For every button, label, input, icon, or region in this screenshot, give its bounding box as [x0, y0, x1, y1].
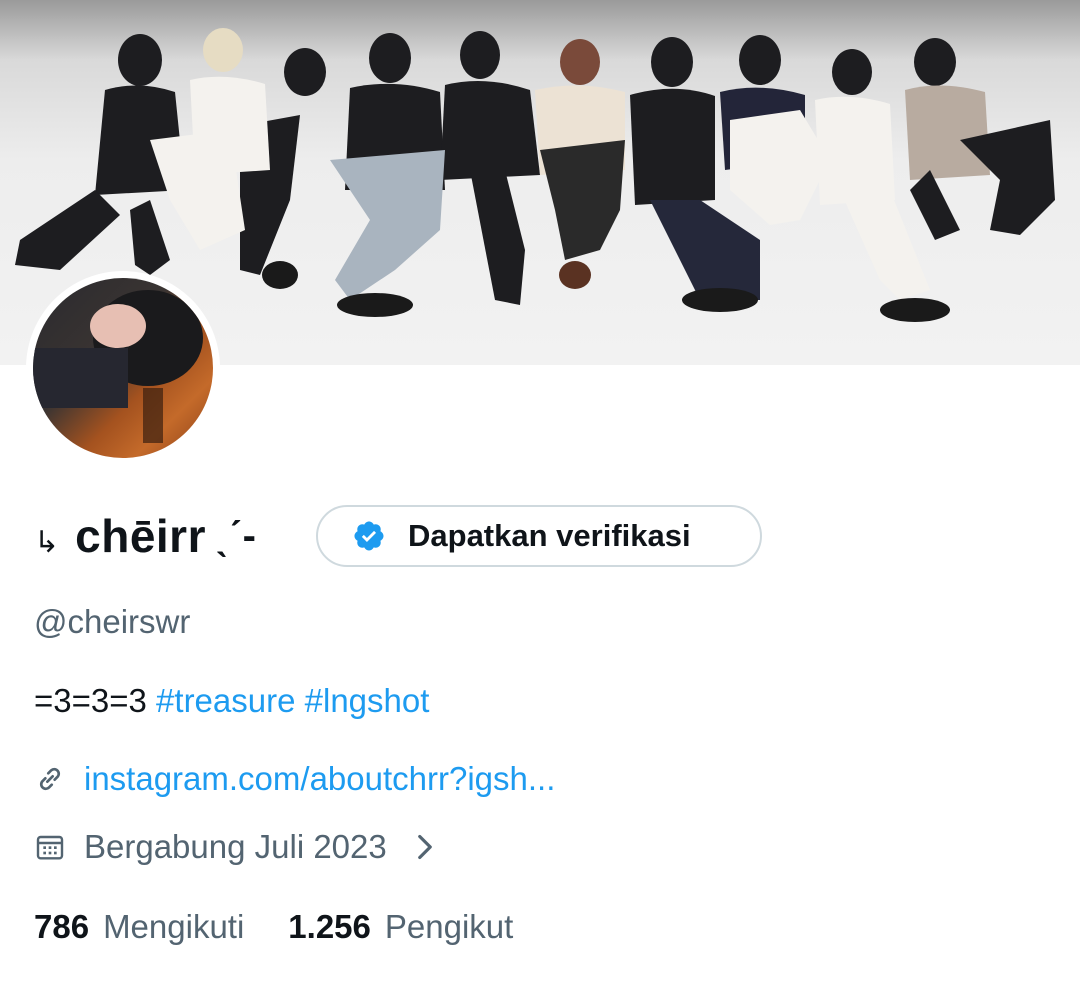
following-count: 786: [34, 908, 90, 945]
display-name-row: ↳ chēirr ˎˊ-: [34, 503, 256, 569]
followers-stat-link[interactable]: 1.256 Pengikut: [288, 908, 513, 946]
joined-date: Bergabung Juli 2023: [84, 828, 387, 865]
name-suffix: ˎˊ-: [216, 513, 256, 558]
joined-date-row[interactable]: Bergabung Juli 2023: [34, 828, 435, 866]
name-prefix: ↳: [34, 525, 60, 559]
avatar-photo: [33, 278, 213, 458]
following-stat-link[interactable]: 786 Mengikuti: [34, 908, 244, 946]
hashtag-treasure[interactable]: #treasure: [156, 682, 295, 719]
hashtag-lngshot[interactable]: #lngshot: [305, 682, 430, 719]
profile-website-row: instagram.com/aboutchrr?igsh...: [34, 760, 555, 798]
profile-handle: @cheirswr: [34, 603, 191, 640]
followers-count: 1.256: [288, 908, 371, 945]
following-label: Mengikuti: [103, 908, 245, 945]
display-name: chēirr: [75, 510, 206, 562]
profile-website-link[interactable]: instagram.com/aboutchrr?igsh...: [84, 760, 555, 798]
get-verified-label: Dapatkan verifikasi: [408, 518, 691, 553]
follow-stats: 786 Mengikuti 1.256 Pengikut: [34, 908, 513, 946]
profile-avatar[interactable]: [26, 271, 220, 465]
calendar-icon: [36, 835, 64, 860]
bio-text: =3=3=3: [34, 682, 147, 719]
profile-bio: =3=3=3 #treasure #lngshot: [34, 682, 429, 720]
get-verified-button[interactable]: Dapatkan verifikasi: [316, 505, 762, 567]
followers-label: Pengikut: [384, 908, 514, 945]
link-icon: [39, 767, 61, 791]
verified-badge-icon: [354, 521, 384, 551]
chevron-right-icon: [417, 834, 432, 860]
